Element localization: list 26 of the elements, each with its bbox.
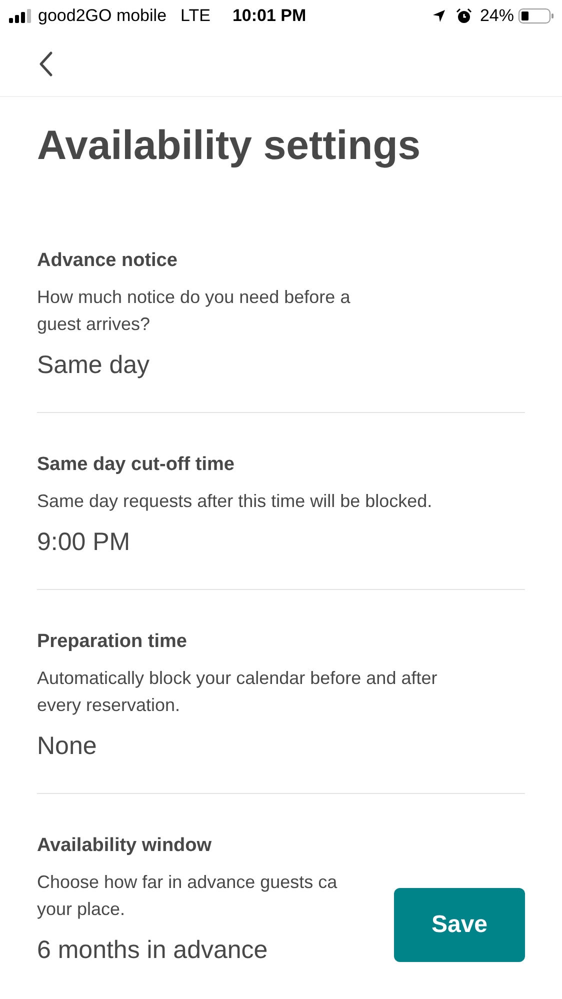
- battery-icon: [518, 8, 554, 24]
- setting-heading: Availability window: [37, 834, 213, 858]
- setting-heading: Preparation time: [37, 630, 188, 654]
- setting-heading: Advance notice: [37, 249, 178, 273]
- setting-description: your place.: [37, 898, 126, 921]
- signal-icon: [8, 9, 32, 23]
- setting-description: Same day requests after this time will be blocked.: [37, 490, 432, 513]
- setting-description: Automatically block your calendar before and after: [37, 667, 438, 690]
- carrier-name: good2GO mobile: [38, 5, 167, 28]
- page-title: Availability settings: [37, 121, 422, 170]
- setting-description: guest arrives?: [37, 313, 150, 336]
- setting-heading: Same day cut-off time: [37, 453, 236, 477]
- clock-time: 10:01 PM: [232, 5, 306, 28]
- back-chevron-icon: [38, 51, 54, 77]
- setting-value: 9:00 PM: [37, 527, 130, 558]
- setting-value: Same day: [37, 350, 150, 381]
- alarm-clock-icon: [456, 8, 472, 24]
- setting-description: How much notice do you need before a: [37, 286, 350, 309]
- setting-value: 6 months in advance: [37, 935, 268, 966]
- setting-value: None: [37, 731, 97, 762]
- save-button[interactable]: Save: [394, 888, 525, 962]
- setting-description: Choose how far in advance guests ca: [37, 871, 338, 894]
- network-type: LTE: [180, 5, 210, 28]
- battery-percent: 24%: [480, 5, 514, 28]
- setting-description: every reservation.: [37, 694, 180, 717]
- location-arrow-icon: [432, 9, 446, 23]
